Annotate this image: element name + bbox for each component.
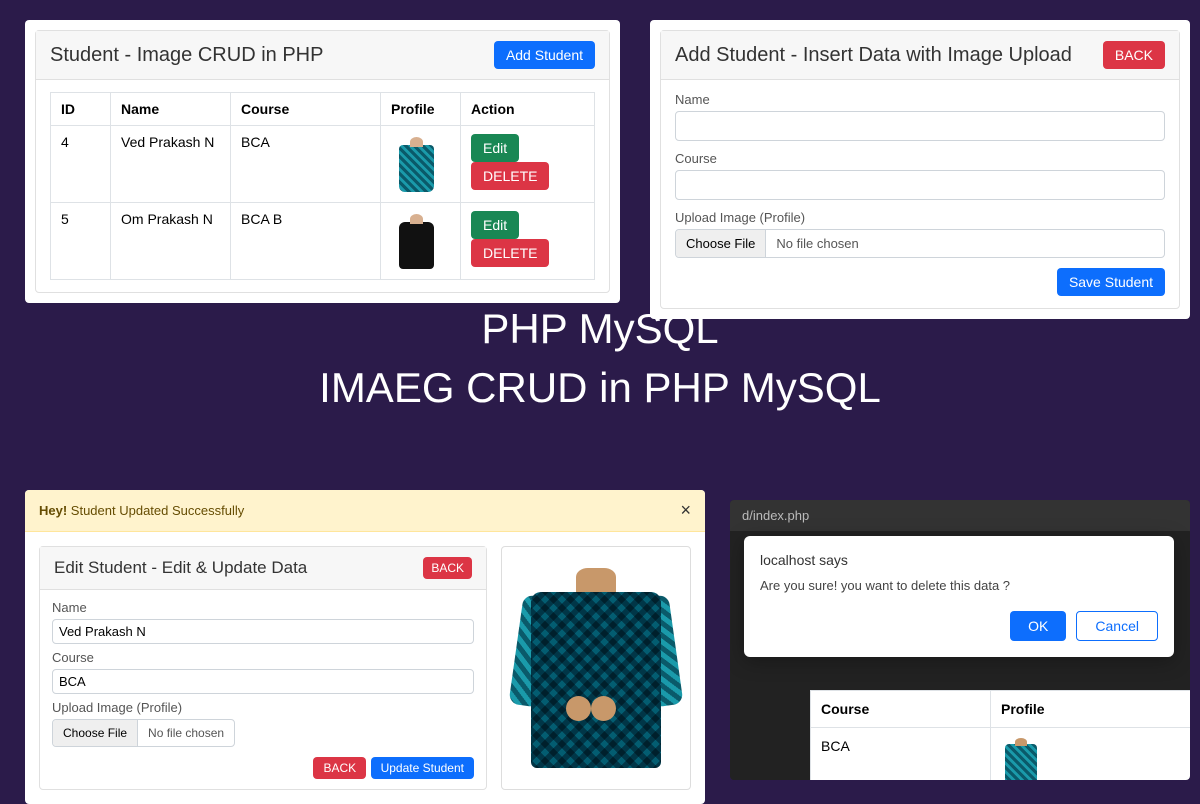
confirm-panel: d/index.php Course Profile BCA localhost… [730,500,1190,780]
dialog-host: localhost says [760,552,1158,568]
dialog-message: Are you sure! you want to delete this da… [760,578,1158,593]
edit-button[interactable]: Edit [471,134,519,162]
delete-button[interactable]: DELETE [471,239,549,267]
name-label: Name [675,92,1165,107]
add-title: Add Student - Insert Data with Image Upl… [675,44,1072,67]
file-status: No file chosen [766,230,868,257]
close-icon[interactable]: × [680,500,691,521]
course-field[interactable] [675,170,1165,200]
edit-title: Edit Student - Edit & Update Data [54,558,307,578]
col-course: Course [231,93,381,126]
students-table: ID Name Course Profile Action 4 Ved Prak… [50,92,595,280]
delete-button[interactable]: DELETE [471,162,549,190]
col-action: Action [461,93,595,126]
course-label: Course [52,650,474,665]
confirm-dialog: localhost says Are you sure! you want to… [744,536,1174,657]
save-student-button[interactable]: Save Student [1057,268,1165,296]
name-field[interactable] [675,111,1165,141]
hero-title: PHP MySQL IMAEG CRUD in PHP MySQL [0,300,1200,418]
file-status: No file chosen [138,720,234,746]
cancel-button[interactable]: Cancel [1076,611,1158,641]
student-list-panel: Student - Image CRUD in PHP Add Student … [25,20,620,303]
update-student-button[interactable]: Update Student [371,757,474,779]
col-name: Name [111,93,231,126]
name-field[interactable] [52,619,474,644]
profile-preview [501,546,691,790]
course-label: Course [675,151,1165,166]
table-row: 4 Ved Prakash N BCA Edit DELETE [51,126,595,203]
upload-label: Upload Image (Profile) [52,700,474,715]
edit-button[interactable]: Edit [471,211,519,239]
col-profile: Profile [381,93,461,126]
back-button[interactable]: BACK [423,557,472,579]
ok-button[interactable]: OK [1010,611,1066,641]
choose-file-button[interactable]: Choose File [53,720,138,746]
url-bar: d/index.php [730,500,1190,531]
back-button[interactable]: BACK [1103,41,1165,69]
profile-image [391,211,441,271]
choose-file-button[interactable]: Choose File [676,230,766,257]
upload-label: Upload Image (Profile) [675,210,1165,225]
course-field[interactable] [52,669,474,694]
profile-image [391,134,441,194]
background-table: Course Profile BCA [810,690,1190,780]
success-alert: Hey! Student Updated Successfully × [25,490,705,532]
back-button[interactable]: BACK [313,757,366,779]
add-student-button[interactable]: Add Student [494,41,595,69]
name-label: Name [52,600,474,615]
profile-image [1001,738,1041,780]
list-title: Student - Image CRUD in PHP [50,44,323,67]
add-student-panel: Add Student - Insert Data with Image Upl… [650,20,1190,319]
col-id: ID [51,93,111,126]
edit-student-panel: Hey! Student Updated Successfully × Edit… [25,490,705,804]
table-row: 5 Om Prakash N BCA B Edit DELETE [51,203,595,280]
